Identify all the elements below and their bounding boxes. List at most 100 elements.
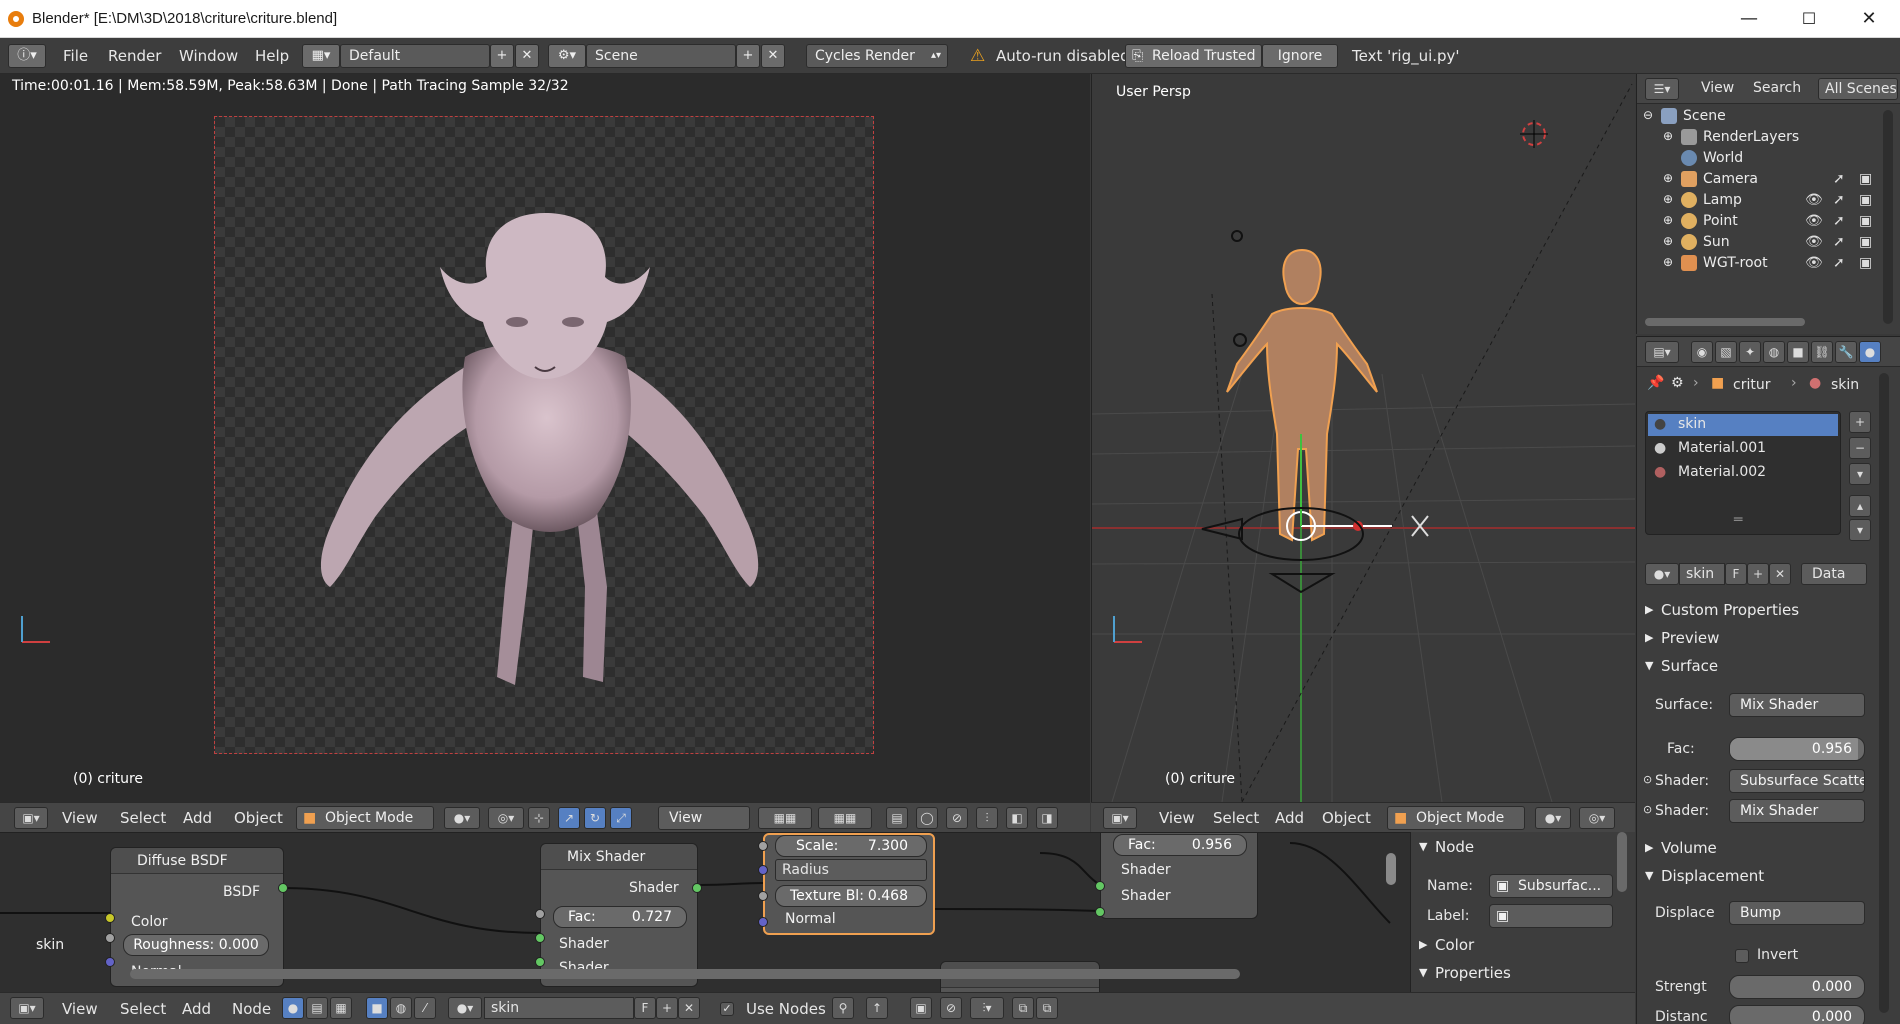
mix-shader-input-socket[interactable] xyxy=(535,933,545,943)
screen-layout-icon[interactable]: ▦▾ xyxy=(302,44,340,68)
node-material-browse-icon[interactable]: ●▾ xyxy=(448,997,482,1019)
node-editor-type-icon[interactable]: ▣▾ xyxy=(10,997,44,1019)
remove-slot-icon[interactable]: − xyxy=(1849,437,1871,459)
scene-selector-icon[interactable]: ⚙▾ xyxy=(548,44,586,68)
backdrop-icon[interactable]: ▣ xyxy=(910,997,932,1019)
render-toggle-icon[interactable]: ▣ xyxy=(1859,171,1872,187)
outliner-item-world[interactable]: World xyxy=(1703,150,1743,166)
menu-window[interactable]: Window xyxy=(179,47,238,65)
translate-icon[interactable]: ↗ xyxy=(558,807,580,829)
roughness-socket[interactable] xyxy=(105,933,115,943)
viewport-editor-type-icon[interactable]: ▣▾ xyxy=(1103,807,1137,829)
modifiers-tab-icon[interactable]: 🔧 xyxy=(1835,341,1857,363)
socket-link-icon[interactable]: ⊙ xyxy=(1643,803,1652,816)
outliner-item-camera[interactable]: Camera xyxy=(1703,171,1758,187)
node-editor-hscrollbar[interactable] xyxy=(130,969,1240,979)
move-down-icon[interactable]: ▾ xyxy=(1849,519,1871,541)
copy-nodes-icon[interactable]: ⧉ xyxy=(1012,997,1034,1019)
object-shader-icon[interactable]: ■ xyxy=(366,997,388,1019)
eye-icon[interactable]: 👁 xyxy=(1805,213,1823,229)
mix-shader-node[interactable]: Mix Shader Shader Fac: 0.727 Shader Shad… xyxy=(540,843,698,987)
render-tab-icon[interactable]: ◉ xyxy=(1691,341,1713,363)
menu-add[interactable]: Add xyxy=(183,809,212,827)
outliner-item-wgt-root[interactable]: WGT-root xyxy=(1703,255,1768,271)
fake-user-button[interactable]: F xyxy=(1725,563,1747,585)
select-cursor-icon[interactable]: ➚ xyxy=(1833,192,1845,208)
node-new-material-icon[interactable]: + xyxy=(656,997,678,1019)
sidebar-scrollbar[interactable] xyxy=(1617,832,1627,892)
socket-link-icon[interactable]: ⊙ xyxy=(1643,773,1652,786)
node-menu-select[interactable]: Select xyxy=(120,1000,166,1018)
material-link-select[interactable]: Data xyxy=(1801,563,1867,585)
scene-field[interactable]: Scene xyxy=(586,44,736,68)
move-up-icon[interactable]: ▴ xyxy=(1849,495,1871,517)
properties-editor-type-icon[interactable]: ▤▾ xyxy=(1645,341,1679,363)
scale-field[interactable]: Scale: 7.300 xyxy=(775,835,927,857)
mix-shader-output-socket[interactable] xyxy=(692,883,702,893)
close-button[interactable]: ✕ xyxy=(1840,0,1898,38)
compositing-nodes-icon[interactable]: ▤ xyxy=(306,997,328,1019)
maximize-button[interactable]: ☐ xyxy=(1780,0,1838,38)
node-material-field[interactable]: skin xyxy=(484,997,634,1019)
snap-element-icon[interactable]: ⫶▾ xyxy=(970,997,1004,1019)
snap-target-icon[interactable]: ⫶ xyxy=(976,807,998,829)
shader2-select[interactable]: Mix Shader xyxy=(1729,799,1865,823)
layers2-icon[interactable]: ▦▦ xyxy=(818,807,872,829)
minimize-button[interactable]: — xyxy=(1720,0,1778,38)
outliner-scrollbar[interactable] xyxy=(1883,110,1893,324)
list-resize-icon[interactable]: ═ xyxy=(1734,512,1742,528)
list-item[interactable]: ● Material.002 xyxy=(1648,462,1838,484)
pin-icon[interactable]: 📌 xyxy=(1647,375,1664,391)
mix2-shader-socket[interactable] xyxy=(1095,907,1105,917)
panel-displacement[interactable]: ▼ Displacement xyxy=(1637,863,1877,889)
node-color-panel[interactable]: ▶ Color xyxy=(1411,932,1631,958)
scale-socket[interactable] xyxy=(758,841,768,851)
scale-icon[interactable]: ⤢ xyxy=(610,807,632,829)
unlink-material-icon[interactable]: ✕ xyxy=(1769,563,1791,585)
linestyle-icon[interactable]: ⁄ xyxy=(414,997,436,1019)
remove-scene-icon[interactable]: ✕ xyxy=(761,44,785,68)
viewport-menu-view[interactable]: View xyxy=(1159,809,1195,827)
normal-socket[interactable] xyxy=(105,957,115,967)
render-toggle-icon[interactable]: ▣ xyxy=(1859,234,1872,250)
opengl-anim-icon[interactable]: ◨ xyxy=(1036,807,1058,829)
outliner-item-sun[interactable]: Sun xyxy=(1703,234,1730,250)
properties-scrollbar[interactable] xyxy=(1879,373,1889,1013)
layers-icon[interactable]: ▦▦ xyxy=(758,807,812,829)
use-nodes-checkbox[interactable]: ✓ xyxy=(720,1002,734,1016)
outliner-hscrollbar[interactable] xyxy=(1645,318,1805,326)
node-menu-node[interactable]: Node xyxy=(232,1000,271,1018)
lock-camera-icon[interactable]: ▤ xyxy=(886,807,908,829)
slot-menu-icon[interactable]: ▾ xyxy=(1849,463,1871,485)
snap-icon[interactable]: ⊘ xyxy=(946,807,968,829)
menu-render[interactable]: Render xyxy=(108,47,161,65)
expand-icon[interactable]: ⊕ xyxy=(1663,171,1673,185)
menu-file[interactable]: File xyxy=(63,47,88,65)
new-material-icon[interactable]: + xyxy=(1747,563,1769,585)
mix2-fac-field[interactable]: Fac: 0.956 xyxy=(1113,834,1247,856)
object-mode-select[interactable]: ■ Object Mode xyxy=(296,806,434,830)
viewport-3d[interactable]: User Persp (0) criture xyxy=(1091,74,1635,802)
node-editor-vscrollbar[interactable] xyxy=(1386,853,1396,885)
outliner-item-lamp[interactable]: Lamp xyxy=(1703,192,1742,208)
constraints-tab-icon[interactable]: ⛓ xyxy=(1811,341,1833,363)
menu-view[interactable]: View xyxy=(62,809,98,827)
node-name-field[interactable]: ▣ Subsurfac... xyxy=(1489,874,1613,898)
panel-volume[interactable]: ▶ Volume xyxy=(1637,835,1877,861)
menu-object[interactable]: Object xyxy=(234,809,283,827)
mix-fac-field[interactable]: Fac: 0.727 xyxy=(553,906,687,928)
render-engine-select[interactable]: Cycles Render ▴▾ xyxy=(806,44,948,68)
node-menu-view[interactable]: View xyxy=(62,1000,98,1018)
expand-icon[interactable]: ⊕ xyxy=(1663,129,1673,143)
screen-layout-field[interactable]: Default xyxy=(340,44,490,68)
bsdf-output-socket[interactable] xyxy=(278,883,288,893)
node-pin-icon[interactable]: ⚲ xyxy=(832,997,854,1019)
expand-icon[interactable]: ⊖ xyxy=(1643,108,1653,122)
node-fake-user-button[interactable]: F xyxy=(634,997,656,1019)
proportional-edit-icon[interactable]: ◯ xyxy=(916,807,938,829)
node-label-field[interactable]: ▣ xyxy=(1489,904,1613,928)
outliner-filter-select[interactable]: All Scenes xyxy=(1818,78,1898,100)
list-item[interactable]: ● Material.001 xyxy=(1648,438,1838,460)
outliner-item-scene[interactable]: Scene xyxy=(1683,108,1726,124)
world-tab-icon[interactable]: ◍ xyxy=(1763,341,1785,363)
